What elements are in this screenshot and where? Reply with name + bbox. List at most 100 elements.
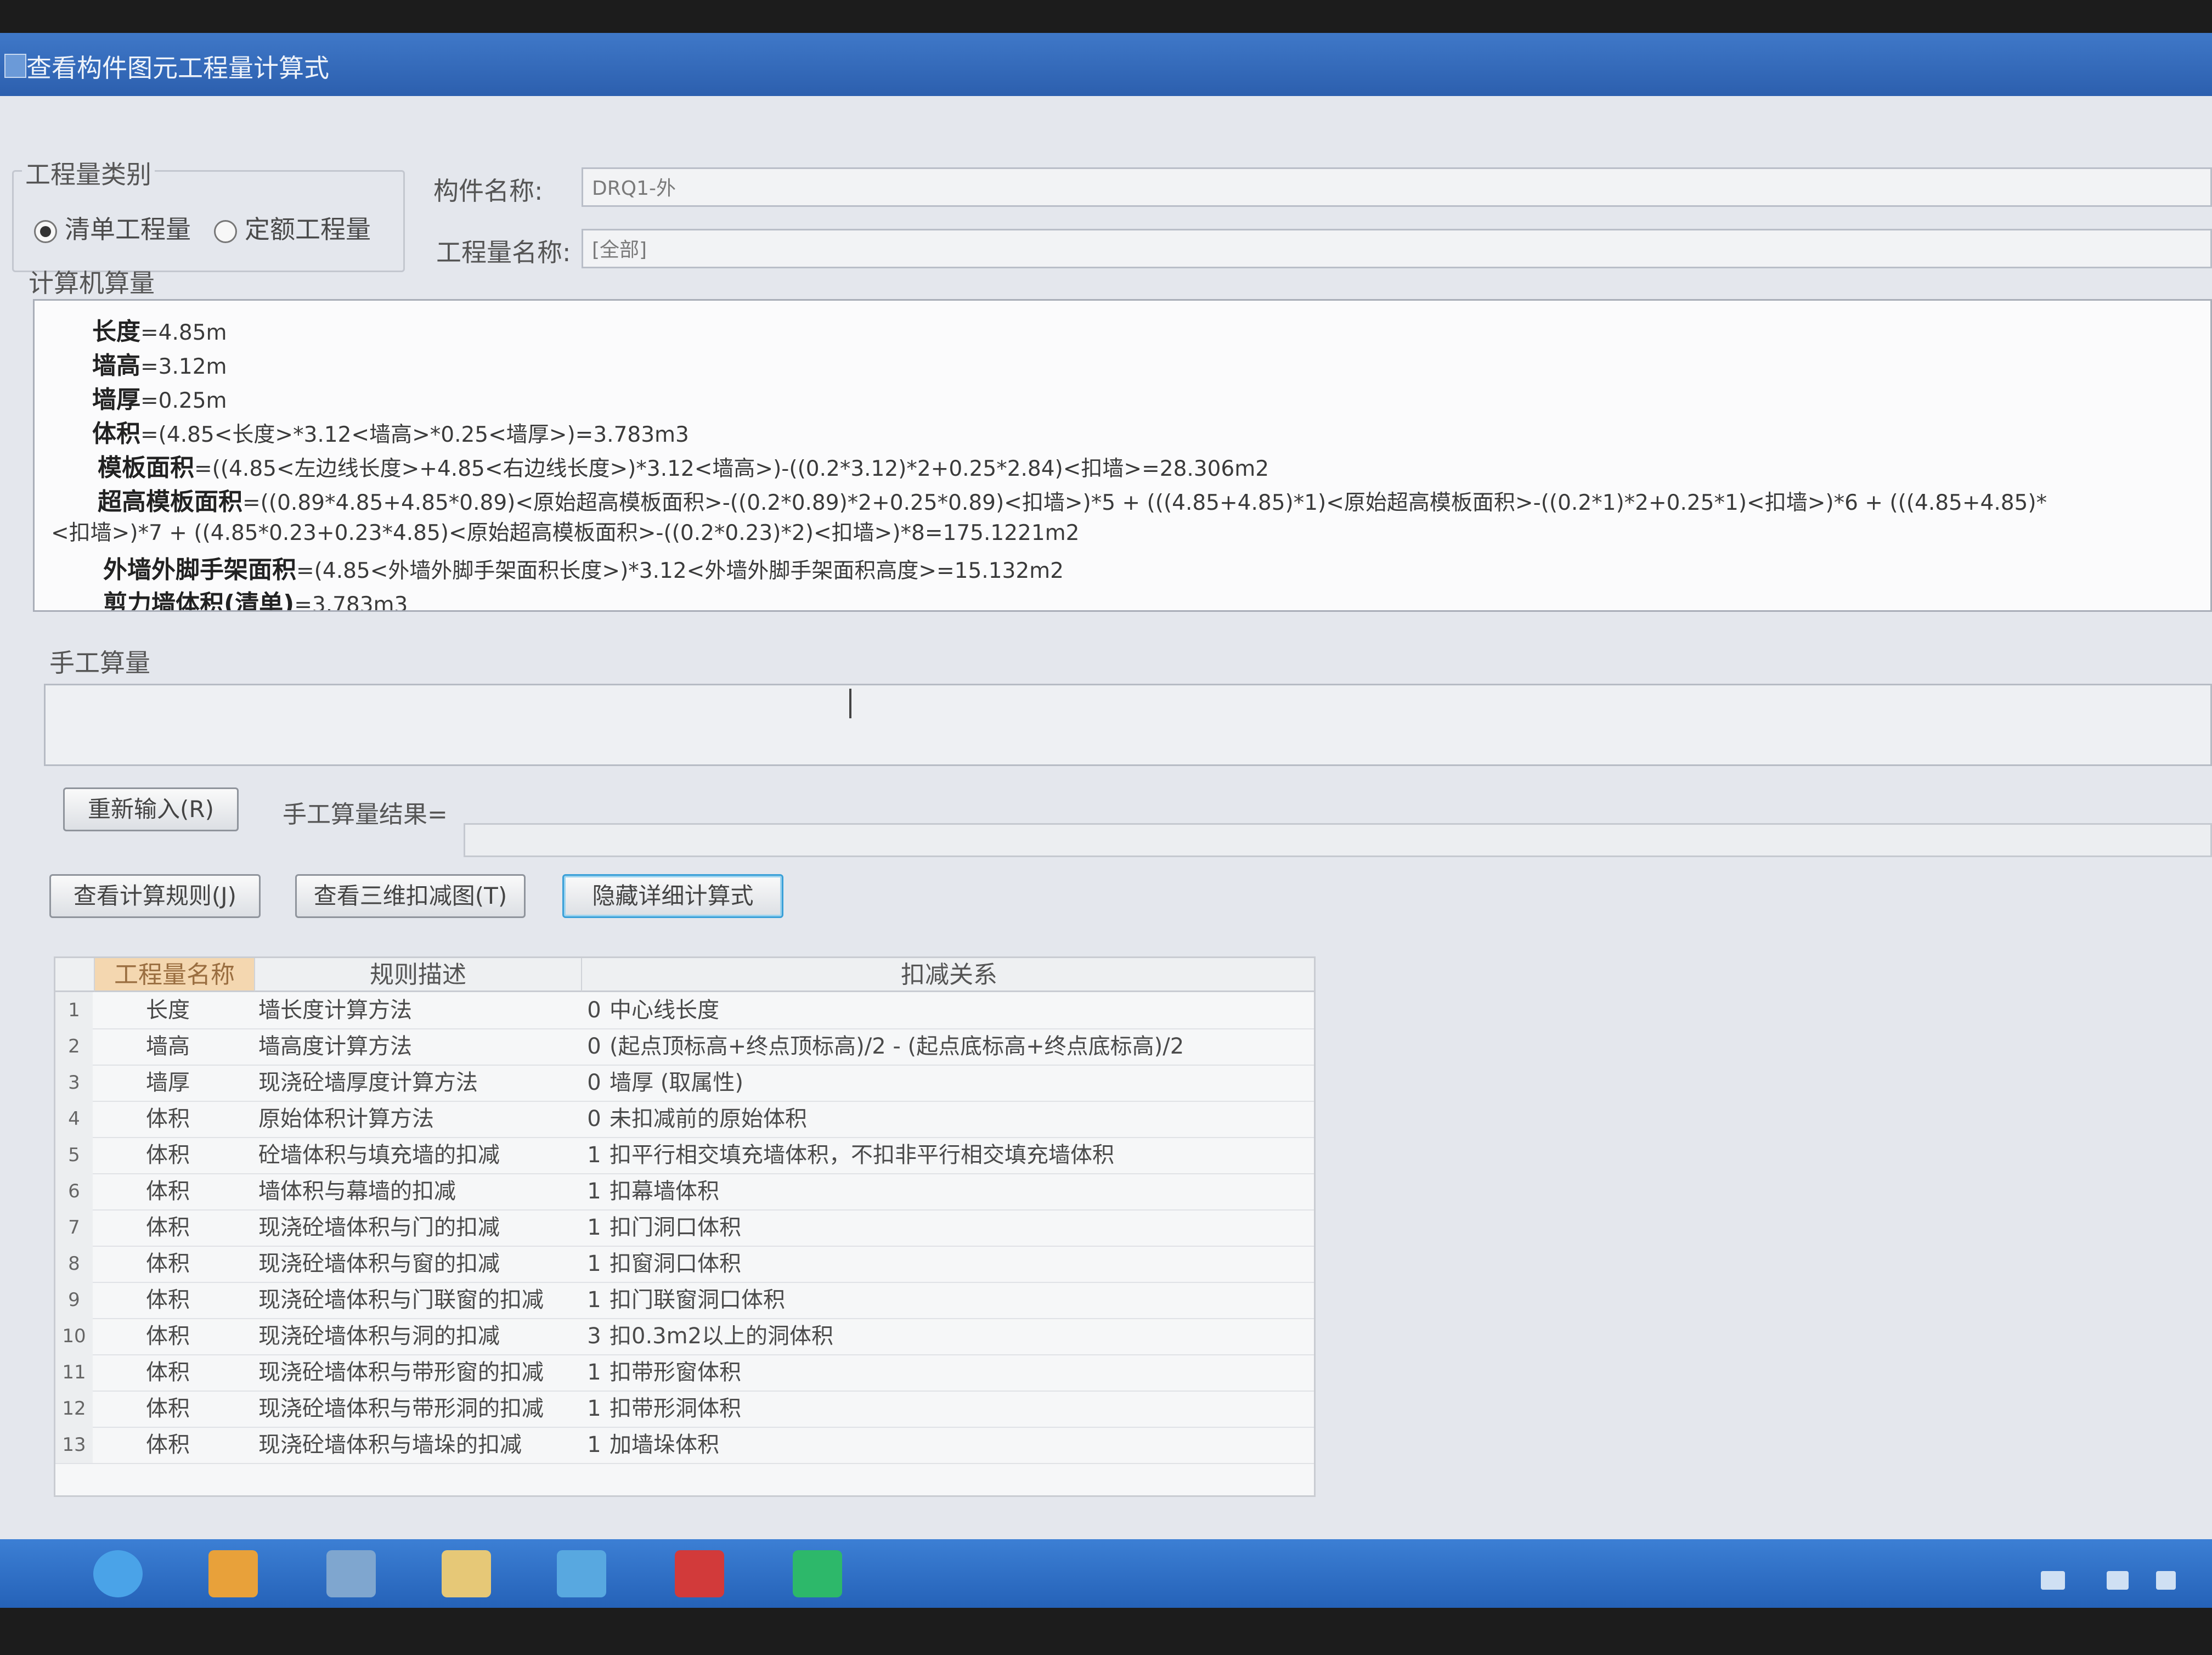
- radio-quota-quantity[interactable]: 定额工程量: [214, 210, 371, 246]
- app-window-icon: [4, 54, 26, 78]
- taskbar-button[interactable]: [414, 1544, 518, 1604]
- cell-deduction-relation: 中心线长度: [610, 998, 719, 1023]
- cell-quantity-name: 墙厚: [146, 1070, 190, 1095]
- cell-deduction-code: 1: [587, 1396, 601, 1421]
- cell-deduction-relation: 扣门洞口体积: [610, 1215, 741, 1240]
- formula-line: <扣墙>)*7 + ((4.85*0.23+0.23*4.85)<原始超高模板面…: [51, 521, 1080, 545]
- column-header-quantity-name[interactable]: 工程量名称: [95, 958, 255, 992]
- tray-input-icon[interactable]: [2041, 1571, 2065, 1590]
- row-number: 10: [55, 1318, 93, 1354]
- taskbar: [0, 1539, 2212, 1608]
- tray-network-icon[interactable]: [2107, 1571, 2129, 1590]
- view-rules-button[interactable]: 查看计算规则(J): [49, 874, 261, 918]
- cell-deduction-relation: 未扣减前的原始体积: [610, 1106, 807, 1132]
- cell-deduction-relation: 扣平行相交填充墙体积，不扣非平行相交填充墙体积: [610, 1142, 1114, 1168]
- cell-quantity-name: 体积: [146, 1142, 190, 1168]
- text-cursor: [849, 689, 851, 718]
- row-number: 9: [55, 1282, 93, 1318]
- row-number: 8: [55, 1246, 93, 1282]
- computer-calc-box[interactable]: 长度=4.85m 墙高=3.12m 墙厚=0.25m 体积=(4.85<长度>*…: [33, 299, 2212, 612]
- cell-deduction-code: 0: [587, 1070, 601, 1095]
- column-header-deduction-relation[interactable]: 扣减关系: [582, 958, 1314, 992]
- cell-deduction-code: 3: [587, 1324, 601, 1349]
- cell-deduction-code: 0: [587, 1034, 601, 1059]
- table-row[interactable]: 3 墙厚 现浇砼墙厚度计算方法 0 墙厚 (取属性): [55, 1065, 1314, 1102]
- cell-deduction-code: 1: [587, 1287, 601, 1313]
- taskbar-button[interactable]: [529, 1544, 634, 1604]
- row-number: 1: [55, 992, 93, 1028]
- cell-deduction-relation: 墙厚 (取属性): [610, 1070, 743, 1095]
- taskbar-button[interactable]: [765, 1544, 870, 1604]
- table-row[interactable]: 7 体积 现浇砼墙体积与门的扣减 1 扣门洞口体积: [55, 1209, 1314, 1247]
- row-number: 7: [55, 1209, 93, 1246]
- cell-quantity-name: 墙高: [146, 1034, 190, 1059]
- view-3d-deduction-button[interactable]: 查看三维扣减图(T): [295, 874, 526, 918]
- radio-quota-quantity-label: 定额工程量: [245, 215, 371, 244]
- taskbar-button[interactable]: [299, 1544, 403, 1604]
- quantity-name-select[interactable]: [全部]: [582, 229, 2212, 268]
- table-row[interactable]: 9 体积 现浇砼墙体积与门联窗的扣减 1 扣门联窗洞口体积: [55, 1282, 1314, 1319]
- window-title: 查看构件图元工程量计算式: [26, 53, 329, 83]
- title-bar: 查看构件图元工程量计算式: [0, 33, 2212, 96]
- cell-deduction-code: 1: [587, 1432, 601, 1457]
- hide-detail-formula-button[interactable]: 隐藏详细计算式: [562, 874, 783, 918]
- formula-line: 超高模板面积=((0.89*4.85+4.85*0.89)<原始超高模板面积>-…: [98, 488, 2047, 516]
- formula-line: 外墙外脚手架面积=(4.85<外墙外脚手架面积长度>)*3.12<外墙外脚手架面…: [103, 556, 1064, 584]
- table-row[interactable]: 11 体积 现浇砼墙体积与带形窗的扣减 1 扣带形窗体积: [55, 1354, 1314, 1392]
- table-row[interactable]: 4 体积 原始体积计算方法 0 未扣减前的原始体积: [55, 1101, 1314, 1138]
- formula-line: 墙高=3.12m: [92, 352, 227, 380]
- cell-deduction-relation: 扣0.3m2以上的洞体积: [610, 1324, 834, 1349]
- cell-deduction-relation: 扣带形洞体积: [610, 1396, 741, 1421]
- table-row[interactable]: 1 长度 墙长度计算方法 0 中心线长度: [55, 992, 1314, 1029]
- row-number: 5: [55, 1137, 93, 1173]
- table-row[interactable]: 8 体积 现浇砼墙体积与窗的扣减 1 扣窗洞口体积: [55, 1246, 1314, 1283]
- tray-volume-icon[interactable]: [2156, 1571, 2176, 1590]
- cell-quantity-name: 体积: [146, 1432, 190, 1457]
- component-name-field[interactable]: DRQ1-外: [582, 167, 2212, 207]
- cell-deduction-code: 1: [587, 1179, 601, 1204]
- formula-line: 长度=4.85m: [92, 318, 227, 346]
- row-number: 13: [55, 1427, 93, 1463]
- radio-unselected-icon: [214, 219, 237, 243]
- manual-result-field: [464, 823, 2212, 857]
- cell-quantity-name: 体积: [146, 1215, 190, 1240]
- table-row[interactable]: 12 体积 现浇砼墙体积与带形洞的扣减 1 扣带形洞体积: [55, 1391, 1314, 1428]
- row-number: 3: [55, 1065, 93, 1101]
- table-row[interactable]: 13 体积 现浇砼墙体积与墙垛的扣减 1 加墙垛体积: [55, 1427, 1314, 1464]
- row-number: 2: [55, 1028, 93, 1065]
- cad-app-icon: [326, 1550, 376, 1597]
- rules-table: 工程量名称 规则描述 扣减关系 1 长度 墙长度计算方法 0 中心线长度 2 墙高 墙高度计算…: [54, 956, 1316, 1497]
- row-number: 6: [55, 1173, 93, 1209]
- cell-deduction-code: 1: [587, 1251, 601, 1276]
- formula-line: 体积=(4.85<长度>*3.12<墙高>*0.25<墙厚>)=3.783m3: [92, 420, 689, 448]
- taskbar-button[interactable]: [66, 1544, 170, 1604]
- table-row[interactable]: 10 体积 现浇砼墙体积与洞的扣减 3 扣0.3m2以上的洞体积: [55, 1318, 1314, 1355]
- taskbar-button[interactable]: [647, 1544, 752, 1604]
- table-row[interactable]: 5 体积 砼墙体积与填充墙的扣减 1 扣平行相交填充墙体积，不扣非平行相交填充墙体积: [55, 1137, 1314, 1174]
- radio-bill-quantity[interactable]: 清单工程量: [34, 210, 191, 246]
- manual-calc-label: 手工算量: [49, 648, 150, 678]
- table-row[interactable]: 6 体积 墙体积与幕墙的扣减 1 扣幕墙体积: [55, 1173, 1314, 1211]
- manual-calc-input[interactable]: [44, 684, 2212, 766]
- start-orb-icon: [93, 1550, 143, 1597]
- pinwheel-app-icon: [208, 1550, 258, 1597]
- taskbar-button[interactable]: [181, 1544, 285, 1604]
- reinput-button[interactable]: 重新输入(R): [63, 787, 239, 831]
- column-header-rule-description[interactable]: 规则描述: [255, 958, 582, 992]
- radio-bill-quantity-label: 清单工程量: [65, 215, 191, 244]
- cell-quantity-name: 体积: [146, 1396, 190, 1421]
- row-number: 12: [55, 1391, 93, 1427]
- computer-calc-label: 计算机算量: [29, 268, 155, 298]
- quantity-type-label: 工程量类别: [22, 155, 155, 191]
- cell-deduction-code: 0: [587, 1106, 601, 1132]
- formula-line: 剪力墙体积(清单)=3.783m3: [103, 590, 408, 612]
- cell-quantity-name: 体积: [146, 1360, 190, 1385]
- table-row[interactable]: 2 墙高 墙高度计算方法 0 (起点顶标高+终点顶标高)/2 - (起点底标高+终点底标…: [55, 1028, 1314, 1066]
- cell-quantity-name: 体积: [146, 1179, 190, 1204]
- cell-quantity-name: 体积: [146, 1251, 190, 1276]
- screen: 查看构件图元工程量计算式 工程量类别 清单工程量 定额工程量 构件名称: DRQ…: [0, 33, 2212, 1608]
- cell-quantity-name: 长度: [146, 998, 190, 1023]
- cell-quantity-name: 体积: [146, 1324, 190, 1349]
- row-number: 11: [55, 1354, 93, 1391]
- manual-result-label: 手工算量结果=: [283, 801, 448, 829]
